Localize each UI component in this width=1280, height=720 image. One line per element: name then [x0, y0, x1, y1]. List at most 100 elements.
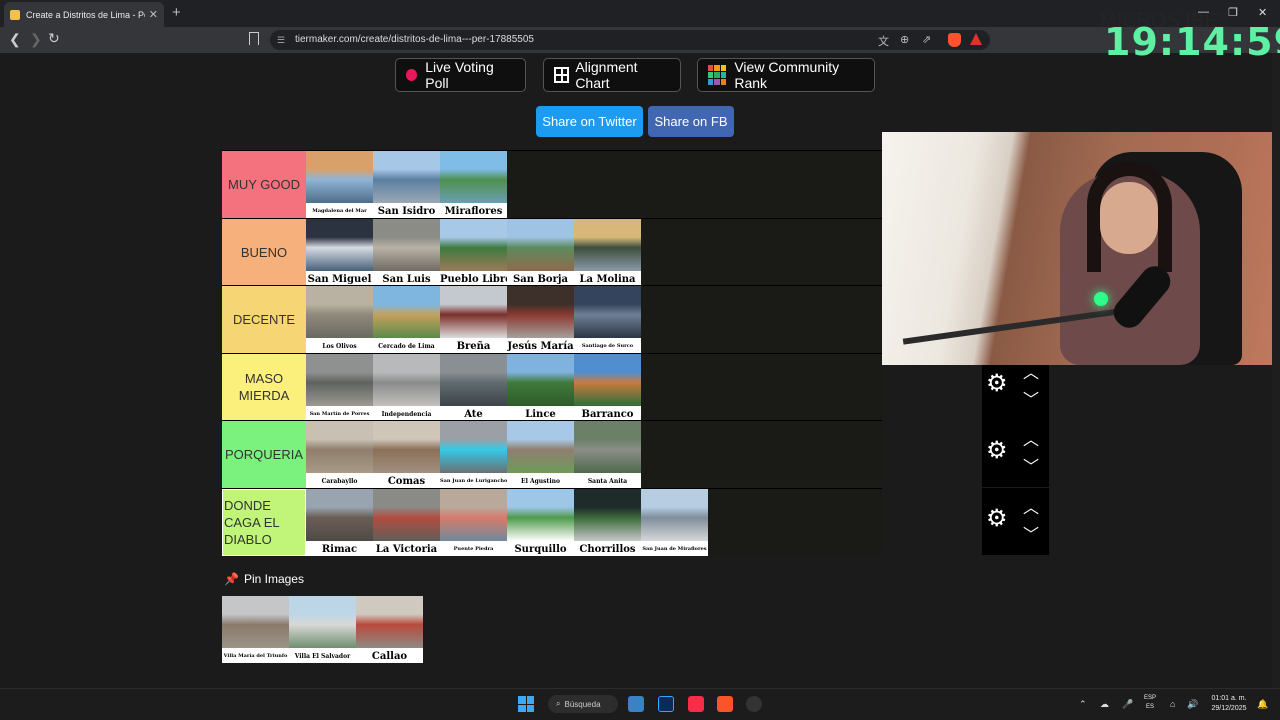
tier-item[interactable]: Surquillo	[507, 488, 574, 556]
browser-tab[interactable]: Create a Distritos de Lima - Perú ✕	[4, 2, 164, 27]
tier-item[interactable]: San Luis	[373, 218, 440, 286]
back-icon[interactable]: ❮	[9, 31, 21, 48]
tier-item[interactable]: San Martín de Porres	[306, 353, 373, 421]
tray-date: 29/12/2025	[1211, 705, 1247, 712]
search-icon: ⌕	[556, 699, 561, 708]
tier-item[interactable]: Villa El Salvador	[289, 596, 356, 663]
tier-control-panel: ⚙ ︿ ﹀	[982, 487, 1049, 555]
file-explorer-icon[interactable]	[628, 696, 644, 712]
page-scrollbar[interactable]	[1272, 53, 1280, 688]
tier-item[interactable]: Carabayllo	[306, 421, 373, 488]
tier-item[interactable]: Pueblo Libre	[440, 218, 507, 286]
volume-icon[interactable]: 🔊	[1187, 699, 1198, 710]
chevron-down-icon[interactable]: ﹀	[1023, 453, 1039, 477]
forward-icon[interactable]: ❯	[30, 31, 42, 48]
district-photo	[373, 421, 440, 473]
notification-icon[interactable]: 🔔	[1257, 699, 1268, 710]
tier-item[interactable]: Jesús María	[507, 286, 574, 353]
pin-images-toggle[interactable]: 📌 Pin Images	[224, 572, 304, 586]
tier-item[interactable]: Miraflores	[440, 151, 507, 218]
tier-item[interactable]: Villa María del Triunfo	[222, 596, 289, 663]
tray-clock[interactable]: 01:01 a. m. 29/12/2025	[1204, 694, 1254, 714]
district-photo	[440, 421, 507, 473]
tier-item[interactable]: La Molina	[574, 218, 641, 286]
lang-line1: ESP	[1143, 695, 1156, 701]
tier-item[interactable]: Rimac	[306, 488, 373, 556]
tier-item[interactable]: San Juan de Lurigancho	[440, 421, 507, 488]
restore-button[interactable]: ❐	[1228, 6, 1238, 19]
view-community-rank-button[interactable]: View Community Rank	[697, 58, 875, 92]
tier-item[interactable]: Santa Anita	[574, 421, 641, 488]
tier-item[interactable]: San Juan de Miraflores	[641, 488, 708, 556]
tier-item[interactable]: Ate	[440, 353, 507, 421]
url-text[interactable]: tiermaker.com/create/distritos-de-lima--…	[295, 34, 534, 45]
brave-rewards-icon[interactable]	[970, 33, 982, 45]
taskbar-search[interactable]: ⌕ Búsqueda	[548, 695, 618, 713]
site-settings-icon[interactable]: ☰	[277, 35, 285, 46]
gear-icon[interactable]: ⚙	[986, 439, 1010, 463]
photoshop-icon[interactable]	[658, 696, 674, 712]
brave-browser-icon[interactable]	[717, 696, 733, 712]
tier-item[interactable]: Puente Piedra	[440, 488, 507, 556]
gear-icon[interactable]: ⚙	[986, 371, 1010, 396]
tier-item[interactable]: El Agustino	[507, 421, 574, 488]
chevron-up-icon[interactable]: ︿	[1023, 426, 1039, 450]
community-rank-icon	[708, 65, 727, 85]
tier-item[interactable]: Magdalena del Mar	[306, 151, 373, 218]
tier-item[interactable]: Los Olivos	[306, 286, 373, 353]
language-indicator[interactable]: ESP ES	[1142, 694, 1158, 712]
tab-close-icon[interactable]: ✕	[149, 8, 158, 21]
cloud-icon[interactable]: ☁	[1100, 699, 1109, 710]
address-bar[interactable]: ☰ tiermaker.com/create/distritos-de-lima…	[270, 30, 990, 50]
tier-label[interactable]: DONDE CAGA EL DIABLO	[222, 488, 306, 556]
tier-label[interactable]: PORQUERIA	[222, 421, 306, 488]
share-icon[interactable]: ⇗	[922, 33, 931, 46]
district-photo	[507, 218, 574, 271]
tier-item[interactable]: Cercado de Lima	[373, 286, 440, 353]
chevron-up-icon[interactable]: ︿	[1023, 494, 1039, 518]
district-photo	[440, 488, 507, 541]
brave-shields-icon[interactable]	[948, 33, 961, 47]
chevron-down-icon[interactable]: ﹀	[1023, 386, 1039, 410]
network-icon[interactable]: ⌂	[1170, 699, 1175, 709]
tier-item[interactable]: San Miguel	[306, 218, 373, 286]
obs-icon[interactable]	[746, 696, 762, 712]
tier-item[interactable]: Callao	[356, 596, 423, 663]
tier-item[interactable]: Breña	[440, 286, 507, 353]
tier-item[interactable]: San Borja	[507, 218, 574, 286]
music-icon[interactable]	[688, 696, 704, 712]
district-caption: San Juan de Miraflores	[642, 545, 707, 552]
district-caption: Rimac	[321, 543, 358, 555]
share-fb-button[interactable]: Share on FB	[648, 106, 734, 137]
tier-label[interactable]: MASO MIERDA	[222, 353, 306, 421]
tier-label[interactable]: DECENTE	[222, 286, 306, 353]
tier-item[interactable]: Comas	[373, 421, 440, 488]
tray-chevron-icon[interactable]: ⌃	[1079, 699, 1087, 710]
bookmark-icon[interactable]	[249, 32, 259, 45]
gear-icon[interactable]: ⚙	[986, 506, 1010, 531]
tier-items: San Martín de Porres Independencia Ate Linc…	[306, 353, 641, 421]
tier-item[interactable]: Barranco	[574, 353, 641, 421]
chevron-down-icon[interactable]: ﹀	[1023, 521, 1039, 545]
windows-start-icon[interactable]	[518, 696, 534, 712]
zoom-icon[interactable]: ⊕	[900, 33, 909, 46]
district-caption: Magdalena del Mar	[312, 208, 367, 214]
tier-item[interactable]: Santiago de Surco	[574, 286, 641, 353]
tier-label[interactable]: MUY GOOD	[222, 151, 306, 218]
reload-icon[interactable]: ↻	[48, 30, 60, 47]
alignment-chart-button[interactable]: Alignment Chart	[543, 58, 681, 92]
close-window-button[interactable]: ✕	[1258, 6, 1267, 19]
new-tab-button[interactable]: +	[172, 4, 181, 21]
mic-tray-icon[interactable]: 🎤	[1122, 699, 1133, 710]
tier-item[interactable]: San Isidro	[373, 151, 440, 218]
tier-item[interactable]: La Victoria	[373, 488, 440, 556]
district-photo	[574, 421, 641, 473]
tier-item[interactable]: Lince	[507, 353, 574, 421]
tier-item[interactable]: Chorrillos	[574, 488, 641, 556]
live-voting-poll-button[interactable]: Live Voting Poll	[395, 58, 526, 92]
tier-label[interactable]: BUENO	[222, 218, 306, 286]
tier-item[interactable]: Independencia	[373, 353, 440, 421]
district-caption: Barranco	[581, 408, 634, 420]
translate-icon[interactable]: 文	[878, 33, 889, 49]
share-twitter-button[interactable]: Share on Twitter	[536, 106, 643, 137]
